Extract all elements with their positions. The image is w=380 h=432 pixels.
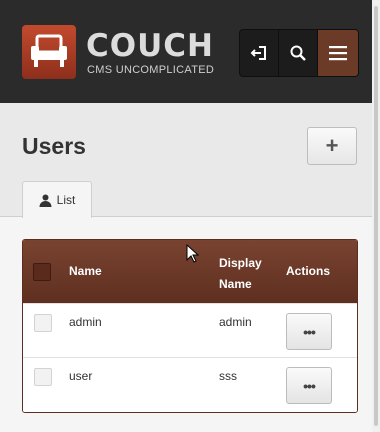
logout-button[interactable] <box>240 30 279 76</box>
main-content: Users + List Name Display Name Actions a… <box>0 103 372 432</box>
column-header-actions: Actions <box>286 264 331 278</box>
user-icon <box>39 194 52 207</box>
search-icon <box>290 45 306 61</box>
row-checkbox[interactable] <box>34 368 52 386</box>
mouse-cursor-icon <box>186 244 200 263</box>
user-name-link[interactable]: admin <box>69 315 102 329</box>
user-name-link[interactable]: user <box>69 369 92 383</box>
brand-title[interactable]: COUCH <box>86 28 214 64</box>
couch-logo-icon[interactable] <box>22 25 76 79</box>
scrollbar-thumb[interactable] <box>374 6 378 426</box>
row-checkbox[interactable] <box>34 314 52 332</box>
users-table: Name Display Name Actions admin admin ••… <box>22 239 358 413</box>
search-button[interactable] <box>279 30 318 76</box>
user-display-name: sss <box>219 369 237 383</box>
row-actions-button[interactable]: ••• <box>286 367 332 404</box>
tab-list[interactable]: List <box>22 181 92 218</box>
brand-tagline: CMS UNCOMPLICATED <box>87 64 215 76</box>
app-header: COUCH CMS UNCOMPLICATED <box>0 0 372 103</box>
add-user-button[interactable]: + <box>307 127 357 165</box>
logout-icon <box>250 46 266 60</box>
tab-list-label: List <box>56 193 76 207</box>
table-row: admin admin ••• <box>23 303 357 358</box>
column-header-name[interactable]: Name <box>69 264 102 278</box>
user-display-name: admin <box>219 315 252 329</box>
page-title: Users <box>22 133 86 159</box>
row-actions-button[interactable]: ••• <box>286 313 332 350</box>
page-scrollbar[interactable] <box>372 0 380 432</box>
column-header-display-name[interactable]: Display Name <box>219 253 279 295</box>
menu-icon <box>329 46 347 61</box>
select-all-checkbox[interactable] <box>33 263 51 281</box>
header-button-group <box>239 29 359 77</box>
menu-button[interactable] <box>318 30 358 76</box>
table-row: user sss ••• <box>23 357 357 412</box>
